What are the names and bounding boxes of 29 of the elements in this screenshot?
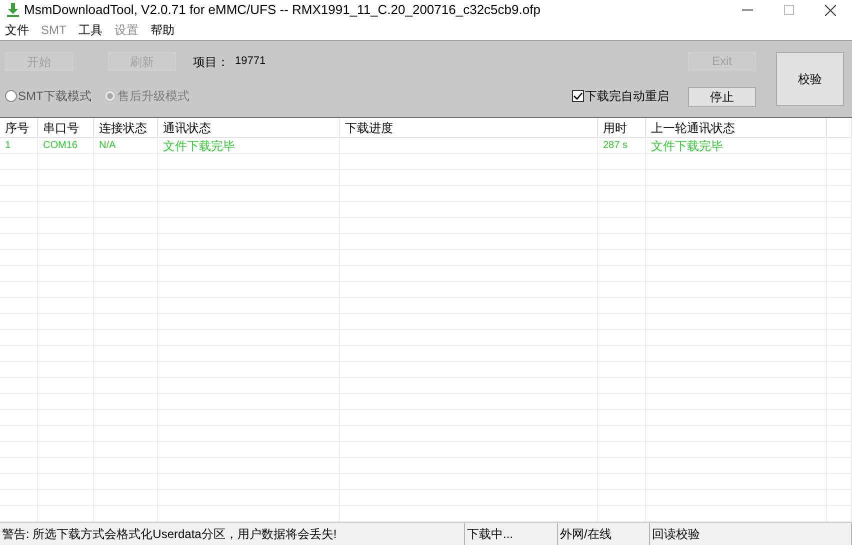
minimize-icon[interactable] [742, 9, 753, 11]
status-text: 警告: 所选下载方式会格式化Userdata分区，用户数据将会丢失! [2, 526, 337, 543]
column-header[interactable]: 序号 [5, 118, 29, 136]
download-icon [6, 3, 20, 17]
column-header[interactable]: 上一轮通讯状态 [651, 118, 735, 136]
column-header[interactable]: 通讯状态 [163, 118, 211, 136]
table-cell-text: 1 [5, 139, 11, 153]
column-header[interactable]: 连接状态 [99, 118, 147, 136]
column-header[interactable]: 下载进度 [345, 118, 393, 136]
table-cell-text: 文件下载完毕 [163, 138, 235, 154]
status-text: 下载中... [467, 526, 514, 543]
window-title: MsmDownloadTool, V2.0.71 for eMMC/UFS -- RMX1991_11_C.20_200716_c32c5cb9.ofp [24, 1, 540, 20]
project-value: 19771 [235, 54, 266, 70]
table-cell-text: 文件下载完毕 [651, 138, 723, 154]
column-header[interactable]: 用时 [603, 118, 627, 136]
checkmark-icon [573, 91, 583, 101]
auto-restart-checkbox[interactable]: 下载完自动重启 [572, 87, 669, 105]
status-text: 回读校验 [652, 526, 700, 543]
table-cell-text: N/A [99, 139, 116, 153]
column-header[interactable]: 串口号 [43, 118, 79, 136]
menu-item[interactable]: 文件 [5, 21, 29, 39]
menu-item[interactable]: 帮助 [150, 21, 174, 39]
menu-item[interactable]: 工具 [78, 21, 102, 39]
mode-radio[interactable]: SMT下载模式 [5, 87, 92, 105]
table-cell-text: 287 s [603, 139, 628, 153]
project-label: 项目： [193, 54, 229, 70]
status-text: 外网/在线 [560, 526, 612, 543]
close-icon[interactable] [825, 4, 836, 16]
table-cell-text: COM16 [43, 139, 78, 153]
